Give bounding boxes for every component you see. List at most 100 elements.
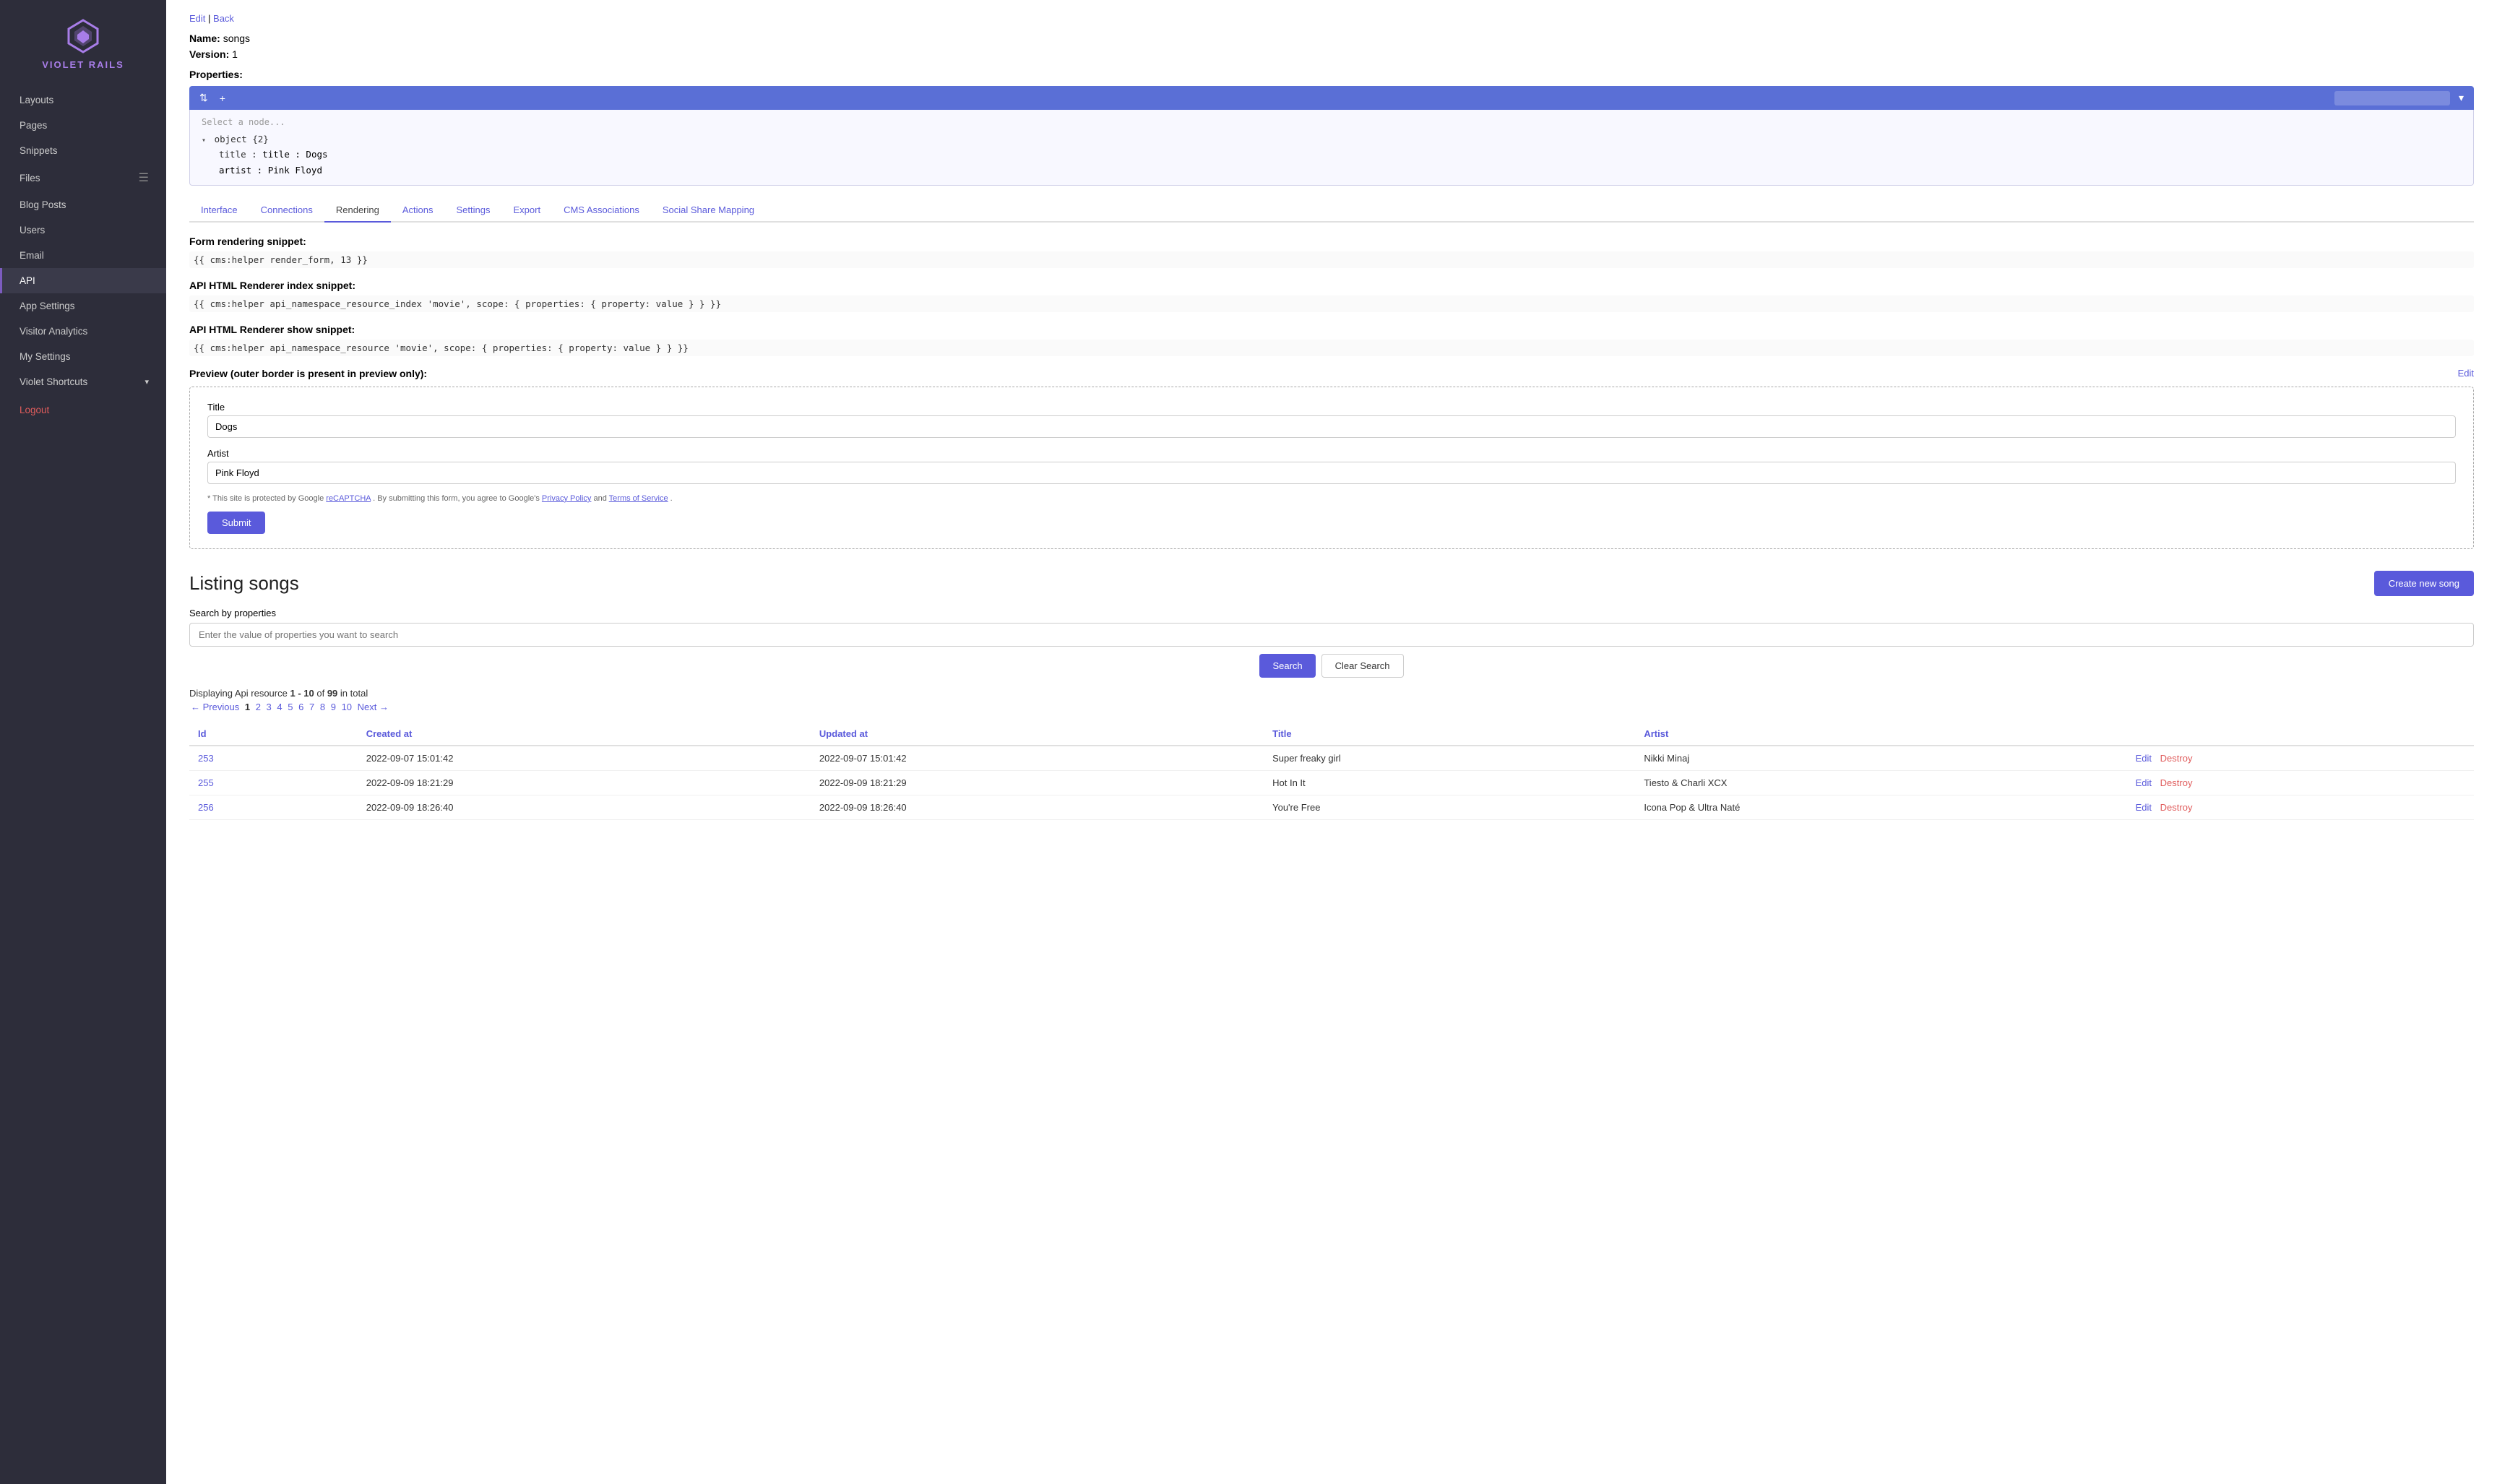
json-editor: ⇅ + ▾ Select a node... ▾ object {2} titl… <box>189 86 2474 186</box>
recaptcha-link[interactable]: reCAPTCHA <box>326 494 371 503</box>
pagination-next[interactable]: Next → <box>358 702 389 712</box>
sidebar-item-blog-posts[interactable]: Blog Posts <box>0 192 166 217</box>
col-created: Created at <box>358 722 811 746</box>
row-3-id-link[interactable]: 256 <box>198 802 214 813</box>
row-1-id-link[interactable]: 253 <box>198 753 214 764</box>
tab-export[interactable]: Export <box>502 199 553 223</box>
sidebar-item-email[interactable]: Email <box>0 243 166 268</box>
pagination-page-2[interactable]: 2 <box>256 702 261 712</box>
col-title: Title <box>1264 722 1635 746</box>
table-header: Id Created at Updated at Title Artist <box>189 722 2474 746</box>
sidebar: VIOLET RAILS Layouts Pages Snippets File… <box>0 0 166 1484</box>
sidebar-item-layouts[interactable]: Layouts <box>0 87 166 113</box>
tab-rendering[interactable]: Rendering <box>324 199 391 223</box>
artist-input[interactable] <box>207 462 2456 484</box>
row-1-destroy-link[interactable]: Destroy <box>2160 753 2193 764</box>
row-2-destroy-link[interactable]: Destroy <box>2160 777 2193 788</box>
tab-actions[interactable]: Actions <box>391 199 445 223</box>
table-row: 255 2022-09-09 18:21:29 2022-09-09 18:21… <box>189 770 2474 795</box>
pagination-page-5[interactable]: 5 <box>288 702 293 712</box>
pagination-page-3[interactable]: 3 <box>267 702 272 712</box>
tab-cms-associations[interactable]: CMS Associations <box>552 199 651 223</box>
row-1-updated: 2022-09-07 15:01:42 <box>811 746 1264 771</box>
listing-title: Listing songs <box>189 572 299 595</box>
main-content: Edit | Back Name: songs Version: 1 Prope… <box>166 0 2497 1484</box>
submit-button[interactable]: Submit <box>207 512 265 534</box>
tab-social-share-mapping[interactable]: Social Share Mapping <box>651 199 766 223</box>
title-label: Title <box>207 402 2456 413</box>
sidebar-item-logout[interactable]: Logout <box>0 397 166 423</box>
pagination: ← Previous 1 2 3 4 5 6 7 8 9 10 Next → <box>189 702 2474 712</box>
row-1-edit-link[interactable]: Edit <box>2136 753 2152 764</box>
json-search-input[interactable] <box>2334 91 2450 105</box>
row-3-destroy-link[interactable]: Destroy <box>2160 802 2193 813</box>
pagination-page-10[interactable]: 10 <box>342 702 352 712</box>
listing-section: Listing songs Create new song Search by … <box>189 571 2474 820</box>
terms-link[interactable]: Terms of Service <box>609 494 668 503</box>
sidebar-item-files[interactable]: Files ☰ <box>0 163 166 192</box>
pagination-page-9[interactable]: 9 <box>331 702 336 712</box>
pagination-page-1-current: 1 <box>245 702 250 712</box>
col-id: Id <box>189 722 358 746</box>
json-move-btn[interactable]: ⇅ <box>197 90 211 105</box>
pagination-page-7[interactable]: 7 <box>309 702 314 712</box>
api-index-code: {{ cms:helper api_namespace_resource_ind… <box>189 295 2474 312</box>
back-link[interactable]: Back <box>213 13 234 24</box>
row-2-artist: Tiesto & Charli XCX <box>1635 770 2126 795</box>
hamburger-icon: ☰ <box>139 171 149 185</box>
sidebar-item-violet-shortcuts[interactable]: Violet Shortcuts ▾ <box>0 369 166 394</box>
row-3-updated: 2022-09-09 18:26:40 <box>811 795 1264 819</box>
sidebar-navigation: Layouts Pages Snippets Files ☰ Blog Post… <box>0 82 166 1484</box>
json-dropdown-btn[interactable]: ▾ <box>2456 90 2467 105</box>
search-button[interactable]: Search <box>1259 654 1315 678</box>
tab-connections[interactable]: Connections <box>249 199 324 223</box>
violet-logo-icon <box>64 17 102 55</box>
row-1-id: 253 <box>189 746 358 771</box>
api-show-code: {{ cms:helper api_namespace_resource 'mo… <box>189 340 2474 356</box>
api-index-label: API HTML Renderer index snippet: <box>189 280 2474 291</box>
preview-title: Preview (outer border is present in prev… <box>189 368 427 379</box>
rendering-content: Form rendering snippet: {{ cms:helper re… <box>189 236 2474 549</box>
pagination-page-8[interactable]: 8 <box>320 702 325 712</box>
json-artist-line: artist : Pink Floyd <box>202 163 2462 178</box>
name-row: Name: songs <box>189 33 2474 44</box>
recaptcha-note: * This site is protected by Google reCAP… <box>207 494 2456 503</box>
version-row: Version: 1 <box>189 48 2474 60</box>
create-new-song-button[interactable]: Create new song <box>2374 571 2474 596</box>
pagination-page-6[interactable]: 6 <box>298 702 303 712</box>
privacy-link[interactable]: Privacy Policy <box>542 494 591 503</box>
pagination-prev[interactable]: ← Previous <box>191 702 239 712</box>
row-3-title: You're Free <box>1264 795 1635 819</box>
sidebar-item-my-settings[interactable]: My Settings <box>0 344 166 369</box>
search-input[interactable] <box>189 623 2474 647</box>
row-3-edit-link[interactable]: Edit <box>2136 802 2152 813</box>
edit-link[interactable]: Edit <box>189 13 205 24</box>
displaying-info: Displaying Api resource 1 - 10 of 99 in … <box>189 688 2474 699</box>
title-input[interactable] <box>207 415 2456 438</box>
sidebar-item-api[interactable]: API <box>0 268 166 293</box>
table-body: 253 2022-09-07 15:01:42 2022-09-07 15:01… <box>189 746 2474 820</box>
sidebar-item-users[interactable]: Users <box>0 217 166 243</box>
sidebar-item-visitor-analytics[interactable]: Visitor Analytics <box>0 319 166 344</box>
sidebar-item-pages[interactable]: Pages <box>0 113 166 138</box>
preview-edit-link[interactable]: Edit <box>2458 368 2474 379</box>
clear-search-button[interactable]: Clear Search <box>1321 654 1404 678</box>
table-row: 256 2022-09-09 18:26:40 2022-09-09 18:26… <box>189 795 2474 819</box>
title-field-group: Title <box>207 402 2456 438</box>
pagination-page-4[interactable]: 4 <box>277 702 282 712</box>
row-2-title: Hot In It <box>1264 770 1635 795</box>
sidebar-item-app-settings[interactable]: App Settings <box>0 293 166 319</box>
tab-interface[interactable]: Interface <box>189 199 249 223</box>
chevron-down-icon: ▾ <box>145 377 149 387</box>
json-add-btn[interactable]: + <box>217 91 228 105</box>
rendering-tabs: Interface Connections Rendering Actions … <box>189 199 2474 223</box>
table-row: 253 2022-09-07 15:01:42 2022-09-07 15:01… <box>189 746 2474 771</box>
tab-settings[interactable]: Settings <box>445 199 502 223</box>
col-actions <box>2127 722 2474 746</box>
listing-header: Listing songs Create new song <box>189 571 2474 596</box>
row-3-created: 2022-09-09 18:26:40 <box>358 795 811 819</box>
sidebar-item-snippets[interactable]: Snippets <box>0 138 166 163</box>
row-2-id-link[interactable]: 255 <box>198 777 214 788</box>
row-1-title: Super freaky girl <box>1264 746 1635 771</box>
row-2-edit-link[interactable]: Edit <box>2136 777 2152 788</box>
